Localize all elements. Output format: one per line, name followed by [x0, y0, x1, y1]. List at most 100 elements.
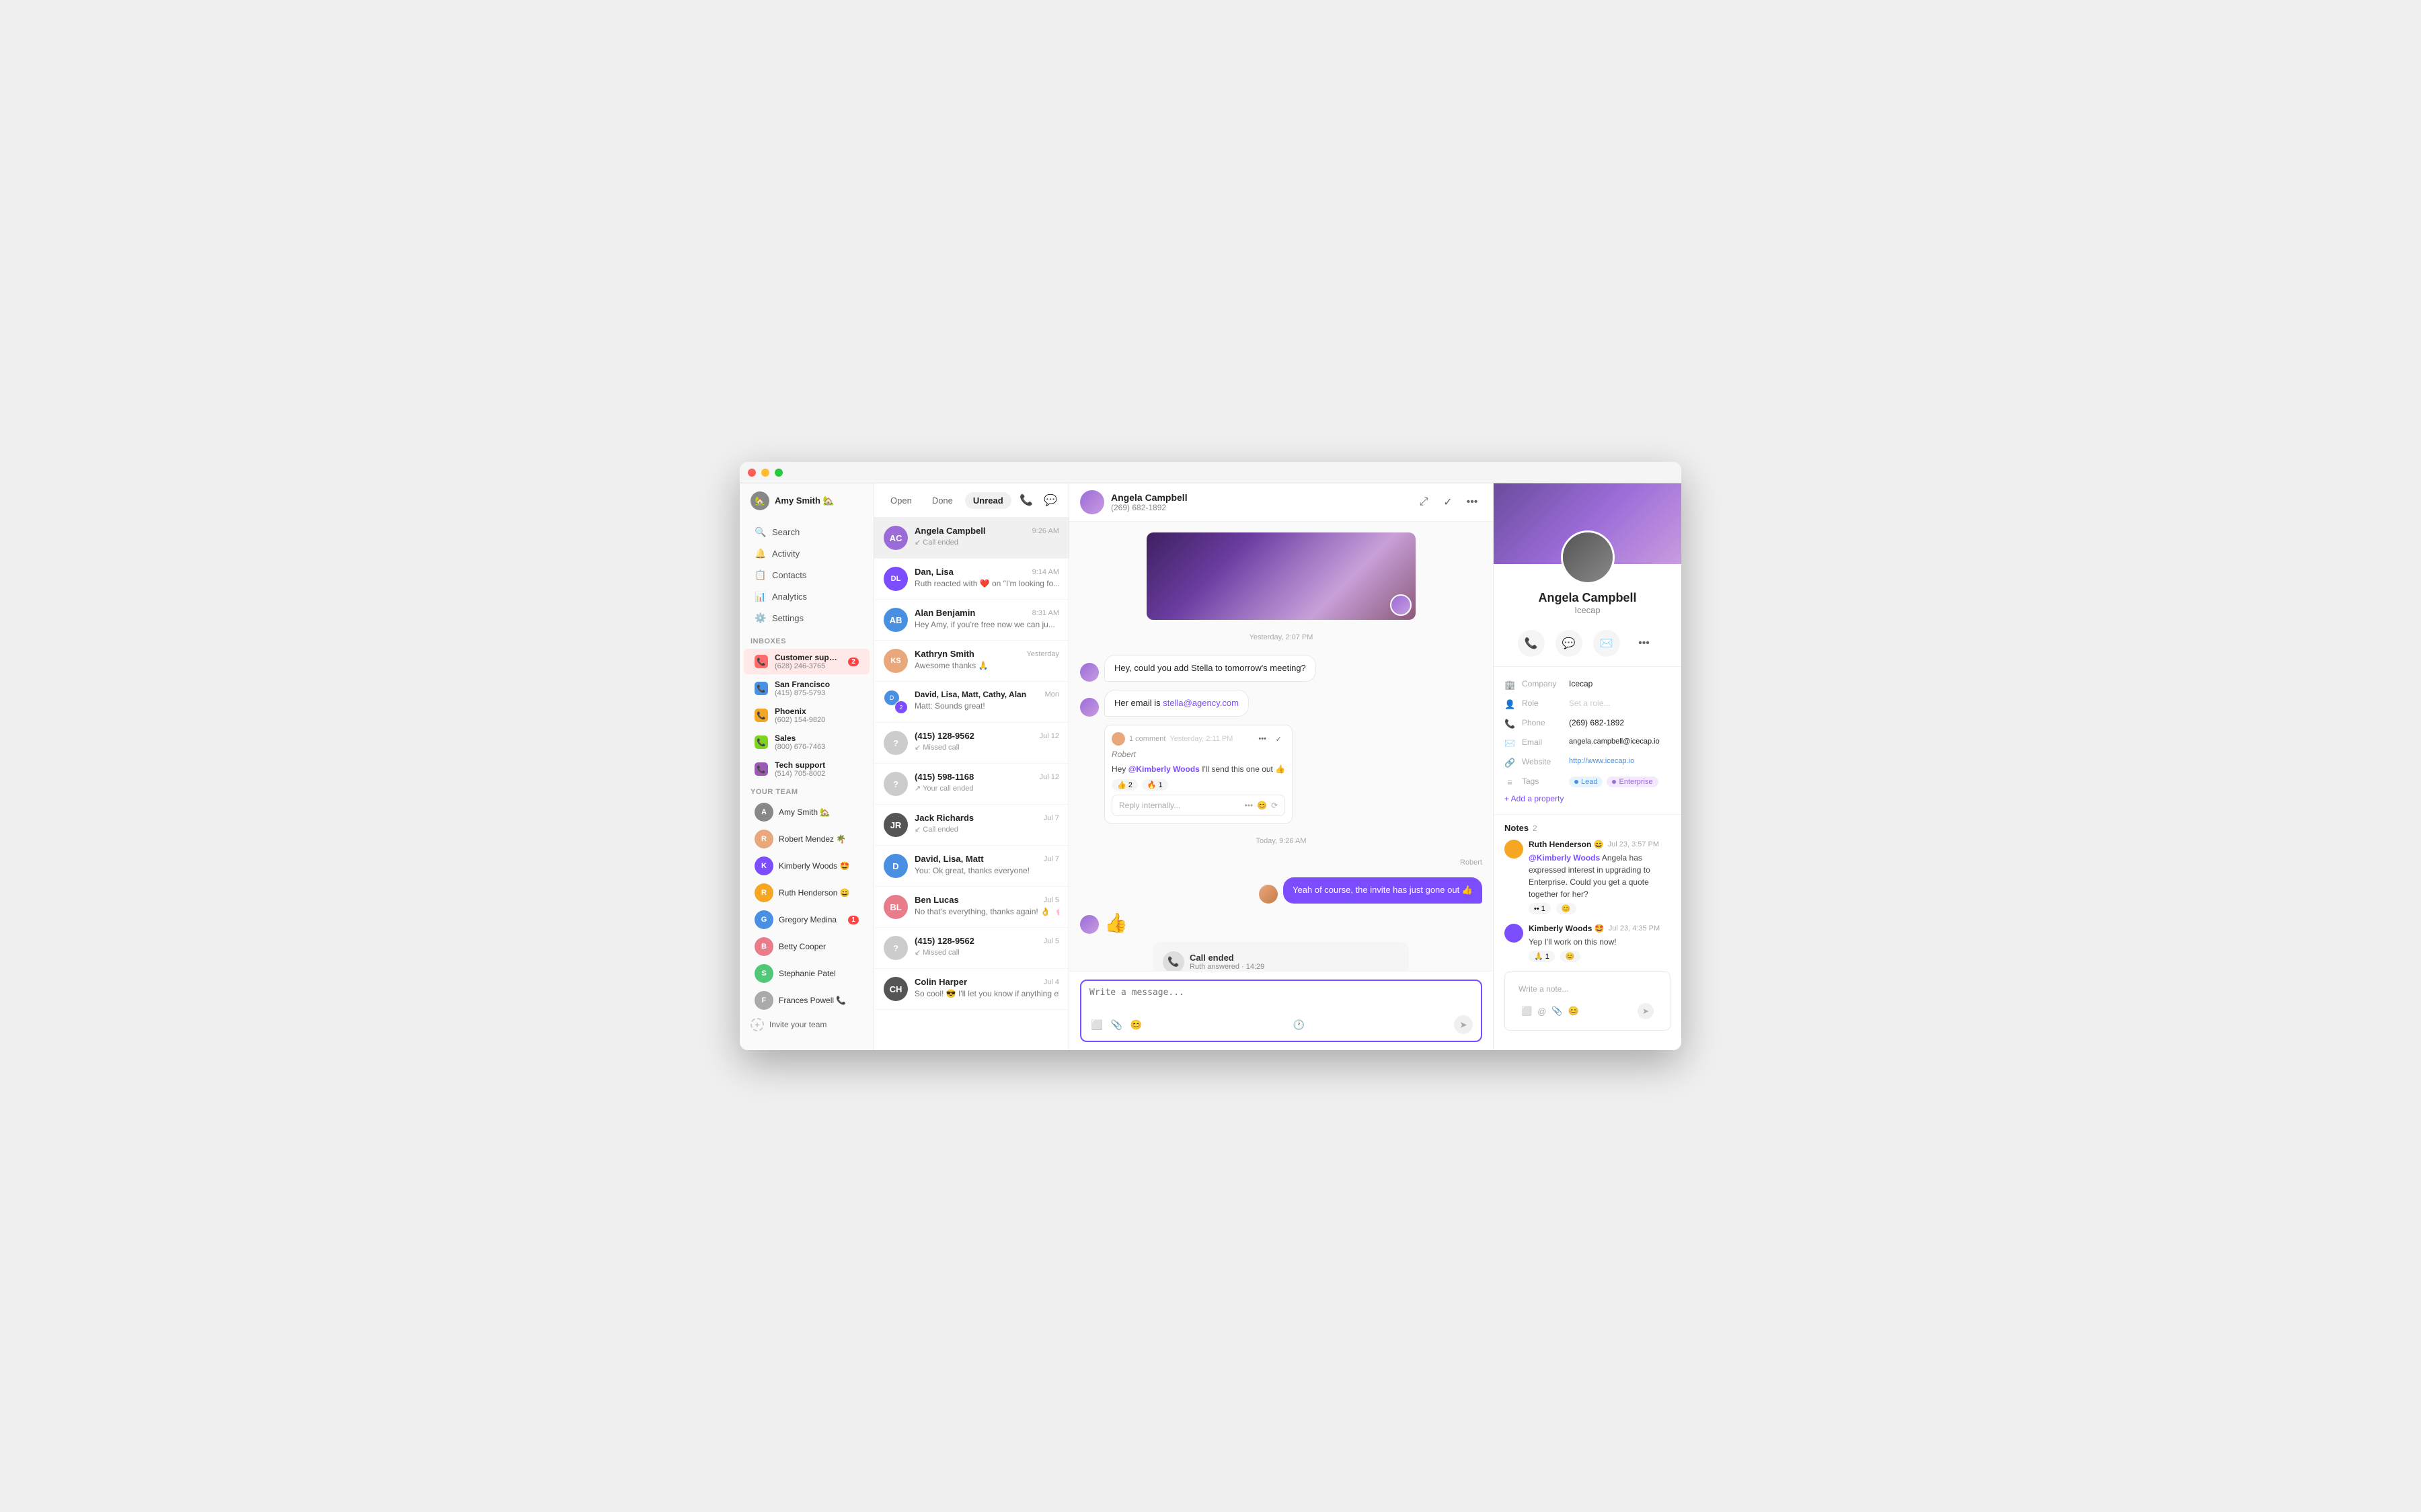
internal-note: 1 comment Yesterday, 2:11 PM ••• ✓ Rober…: [1104, 725, 1293, 824]
conv-name-0: Angela Campbell: [915, 526, 985, 536]
attach-btn[interactable]: 📎: [1109, 1018, 1123, 1032]
nav-item-contacts[interactable]: 📋 Contacts: [744, 565, 870, 586]
reaction-thumbs[interactable]: 👍 2: [1112, 779, 1138, 791]
app-window: 🏡 Amy Smith 🏡 🔍 Search 🔔 Activity 📋 Cont…: [740, 462, 1681, 1050]
conv-item-0[interactable]: AC Angela Campbell 9:26 AM ↙ Call ended: [874, 518, 1069, 559]
note-reaction-2a[interactable]: 🙏 1: [1529, 951, 1555, 962]
emoji-btn[interactable]: 😊: [1129, 1018, 1143, 1032]
phone-action-btn[interactable]: 📞: [1016, 490, 1036, 510]
email-link[interactable]: stella@agency.com: [1163, 698, 1239, 708]
note-tool-emoji[interactable]: 😊: [1568, 1006, 1579, 1017]
tab-unread[interactable]: Unread: [965, 492, 1011, 509]
note-reaction-1b[interactable]: 😊: [1556, 903, 1576, 914]
conv-item-2[interactable]: AB Alan Benjamin 8:31 AM Hey Amy, if you…: [874, 600, 1069, 641]
compose-btn[interactable]: 💬: [1040, 490, 1061, 510]
conv-item-8[interactable]: D David, Lisa, Matt Jul 7 You: Ok great,…: [874, 846, 1069, 887]
invite-team[interactable]: + Invite your team: [740, 1014, 874, 1035]
conv-item-5[interactable]: ? (415) 128-9562 Jul 12 ↙ Missed call: [874, 723, 1069, 764]
chat-header-actions: ⤢ ✓ •••: [1414, 492, 1482, 512]
conv-item-7[interactable]: JR Jack Richards Jul 7 ↙ Call ended: [874, 805, 1069, 846]
team-member-stephanie[interactable]: S Stephanie Patel: [744, 961, 870, 986]
chat-check-btn[interactable]: ✓: [1438, 492, 1458, 512]
note-comment-count: 1 comment: [1129, 735, 1165, 743]
nav-item-settings[interactable]: ⚙️ Settings: [744, 608, 870, 629]
nav-item-search[interactable]: 🔍 Search: [744, 522, 870, 543]
conv-preview-2: Hey Amy, if you're free now we can ju...…: [915, 620, 1059, 629]
tags-row: Lead Enterprise: [1569, 777, 1658, 787]
hero-image-container: [1080, 532, 1482, 620]
field-label-email: Email: [1522, 738, 1562, 747]
inbox-sf[interactable]: 📞 San Francisco (415) 875-5793: [744, 676, 870, 701]
contact-call-btn[interactable]: 📞: [1518, 630, 1545, 657]
field-label-company: Company: [1522, 679, 1562, 688]
inbox-phoenix[interactable]: 📞 Phoenix (602) 154-9820: [744, 703, 870, 728]
clock-btn[interactable]: 🕐: [1291, 1018, 1305, 1032]
team-member-kimberly[interactable]: K Kimberly Woods 🤩: [744, 853, 870, 879]
field-value-role[interactable]: Set a role...: [1569, 699, 1670, 708]
chat-input-tools: ⬜ 📎 😊 🕐 ➤: [1089, 1015, 1473, 1034]
team-avatar-kimberly: K: [755, 857, 773, 875]
team-member-betty[interactable]: B Betty Cooper: [744, 934, 870, 959]
minimize-button[interactable]: [761, 469, 769, 477]
write-note-placeholder[interactable]: Write a note...: [1513, 979, 1662, 999]
maximize-button[interactable]: [775, 469, 783, 477]
send-btn[interactable]: ➤: [1454, 1015, 1473, 1034]
note-tool-format[interactable]: ⬜: [1521, 1006, 1532, 1017]
team-member-ruth[interactable]: R Ruth Henderson 😄: [744, 880, 870, 906]
note-reaction-2b[interactable]: 😊: [1560, 951, 1580, 962]
add-property-btn[interactable]: + Add a property: [1504, 791, 1670, 806]
conv-item-6[interactable]: ? (415) 598-1168 Jul 12 ↗ Your call ende…: [874, 764, 1069, 805]
team-member-frances[interactable]: F Frances Powell 📞: [744, 988, 870, 1013]
note-time-2: Jul 23, 4:35 PM: [1609, 924, 1660, 932]
tag-lead[interactable]: Lead: [1569, 777, 1603, 787]
note-more-btn[interactable]: •••: [1256, 732, 1269, 746]
format-btn[interactable]: ⬜: [1089, 1018, 1104, 1032]
note-send-btn[interactable]: ➤: [1638, 1003, 1654, 1019]
conv-item-1[interactable]: DL Dan, Lisa 9:14 AM Ruth reacted with ❤…: [874, 559, 1069, 600]
note-tool-attach[interactable]: 📎: [1551, 1006, 1562, 1017]
msg-row-incoming-1: Hey, could you add Stella to tomorrow's …: [1080, 655, 1482, 682]
nav-item-activity[interactable]: 🔔 Activity: [744, 543, 870, 564]
field-value-website[interactable]: http://www.icecap.io: [1569, 757, 1670, 765]
tab-open[interactable]: Open: [882, 492, 920, 509]
conv-body-9: Ben Lucas Jul 5 No that's everything, th…: [915, 895, 1059, 916]
conv-top-7: Jack Richards Jul 7: [915, 813, 1059, 823]
conv-item-10[interactable]: ? (415) 128-9562 Jul 5 ↙ Missed call: [874, 928, 1069, 969]
contact-email-btn[interactable]: ✉️: [1593, 630, 1620, 657]
nav-label-search: Search: [772, 527, 800, 537]
inbox-name-customer: Customer support: [775, 653, 841, 662]
conv-time-5: Jul 12: [1040, 732, 1059, 740]
note-reply-input[interactable]: Reply internally... ••• 😊 ⟳: [1112, 795, 1285, 816]
nav-item-analytics[interactable]: 📊 Analytics: [744, 586, 870, 607]
inbox-customer-support[interactable]: 📞 Customer support (628) 246-3765 2: [744, 649, 870, 674]
inbox-tech[interactable]: 📞 Tech support (514) 705-8002: [744, 756, 870, 782]
contact-chat-btn[interactable]: 💬: [1555, 630, 1582, 657]
conv-item-9[interactable]: BL Ben Lucas Jul 5 No that's everything,…: [874, 887, 1069, 928]
conv-item-11[interactable]: CH Colin Harper Jul 4 So cool! 😎 I'll le…: [874, 969, 1069, 1010]
inbox-sales[interactable]: 📞 Sales (800) 676-7463: [744, 729, 870, 755]
conv-top-5: (415) 128-9562 Jul 12: [915, 731, 1059, 741]
conv-item-3[interactable]: KS Kathryn Smith Yesterday Awesome thank…: [874, 641, 1069, 682]
note-content: Hey @Kimberly Woods I'll send this one o…: [1112, 763, 1285, 775]
contact-avatar: [1561, 530, 1615, 584]
inboxes-label: Inboxes: [740, 632, 874, 648]
chat-expand-btn[interactable]: ⤢: [1414, 492, 1434, 512]
note-check-btn[interactable]: ✓: [1272, 732, 1285, 746]
conv-body-4: David, Lisa, Matt, Cathy, Alan Mon Matt:…: [915, 690, 1059, 711]
conv-preview-0: ↙ Call ended: [915, 538, 1059, 547]
conv-avatar-8: D: [884, 854, 908, 878]
team-member-amy[interactable]: A Amy Smith 🏡: [744, 799, 870, 825]
note-tool-at[interactable]: @: [1537, 1006, 1546, 1017]
tag-enterprise[interactable]: Enterprise: [1607, 777, 1658, 787]
team-member-gregory[interactable]: G Gregory Medina 1: [744, 907, 870, 932]
note-reaction-1a[interactable]: •• 1: [1529, 903, 1551, 914]
reaction-fire[interactable]: 🔥 1: [1142, 779, 1168, 791]
call-card-icon: 📞: [1163, 951, 1184, 971]
tab-done[interactable]: Done: [924, 492, 961, 509]
chat-more-btn[interactable]: •••: [1462, 492, 1482, 512]
team-member-robert[interactable]: R Robert Mendez 🌴: [744, 826, 870, 852]
close-button[interactable]: [748, 469, 756, 477]
chat-input[interactable]: [1089, 988, 1473, 1008]
conv-item-4[interactable]: D 2 David, Lisa, Matt, Cathy, Alan Mon M…: [874, 682, 1069, 723]
contact-more-btn[interactable]: •••: [1631, 630, 1658, 657]
